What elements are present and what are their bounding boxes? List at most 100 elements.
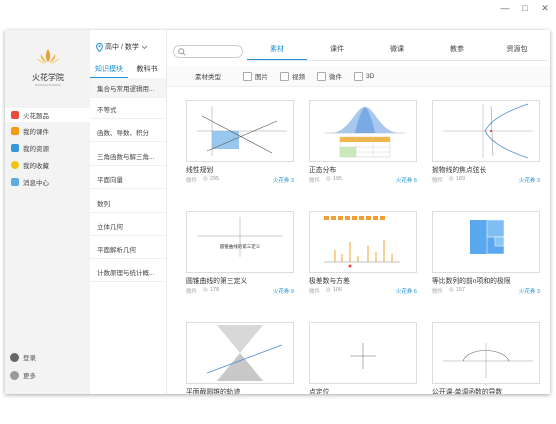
brand-logo: 火花学院 HUOHUA SCHOOL [23,48,73,87]
card-thumbnail [186,322,294,384]
search-icon [178,47,186,56]
point-location-diagram [350,343,376,369]
filter-video-checkbox[interactable]: 视频 [280,71,305,81]
module-tabs: 知识模块 教科书 [90,64,166,78]
brand-name: 火花学院 [32,73,64,82]
material-card[interactable]: 正态分布 微件 ◎ 195 火花券 6 [309,100,417,190]
card-meta: 微件 ◎ 106 火花券 6 [309,287,417,295]
grade-selector[interactable]: 高中 / 数学 [96,42,148,52]
card-meta: 微件 ◎ 295 火花券 3 [186,176,294,184]
location-pin-icon [96,42,103,52]
filter-option-label: 3D [366,72,375,80]
card-coupon: 火花券 6 [395,289,417,295]
tab-microlesson[interactable]: 微课 [367,40,427,60]
eye-icon: ◎ [326,176,331,182]
category-item[interactable]: 数列 [90,193,166,213]
cone-section-diagram [206,325,283,381]
material-card[interactable]: 平面截圆锥的轨迹 [186,322,294,394]
login-button[interactable]: 登录 [5,350,90,364]
category-item[interactable]: 平面向量 [90,169,166,189]
material-card[interactable]: 点定位 [309,322,417,394]
card-title: 等比数列的前n项和的极限 [432,278,511,285]
material-card[interactable]: 抛物线的焦点弦长 微件 ◎ 189 火花券 3 [432,100,540,190]
linear-programming-diagram [197,106,287,156]
material-card[interactable]: 线性规划 微件 ◎ 295 火花券 3 [186,100,294,190]
left-sidebar: 火花学院 HUOHUA SCHOOL 火花题品 我的课件 我的资源 我的收藏 消… [5,30,91,394]
card-coupon: 火花券 3 [518,178,540,184]
eye-icon: ◎ [449,287,454,293]
eye-icon: ◎ [449,176,454,182]
material-card[interactable]: 等比数列的前n项和的极限 微件 ◎ 157 火花券 3 [432,211,540,301]
tab-knowledge-module[interactable]: 知识模块 [90,64,128,78]
category-item[interactable]: 平面解析几何 [90,239,166,259]
brand-subtitle: HUOHUA SCHOOL [34,83,62,87]
sidebar-item-label: 我的资源 [23,146,49,153]
sidebar-item-messages[interactable]: 消息中心 [5,175,90,189]
eye-icon: ◎ [203,176,208,182]
main-content: 素材 课件 微课 教参 资源包 素材类型 图片 视频 微件 3D 线性规划 微件… [167,30,550,394]
card-thumbnail: 圆锥曲线的第三定义 [186,211,294,273]
category-item[interactable]: 立体几何 [90,216,166,236]
tab-teaching-reference[interactable]: 教参 [427,40,487,60]
message-icon [11,178,19,186]
card-title: 极差数与方差 [309,278,350,285]
card-type-tag: 微件 [186,178,198,184]
eye-icon: ◎ [326,287,331,293]
card-meta: 微件 ◎ 157 火花券 3 [432,287,540,295]
sidebar-item-label: 火花题品 [23,113,49,120]
card-views: 157 [455,287,466,293]
user-icon [10,352,19,362]
filter-3d-checkbox[interactable]: 3D [354,71,375,81]
card-thumbnail [432,100,540,162]
card-views: 178 [209,287,220,293]
category-item[interactable]: 不等式 [90,99,166,119]
category-item[interactable]: 函数、导数、积分 [90,122,166,142]
filter-image-checkbox[interactable]: 图片 [243,71,268,81]
star-icon [11,161,19,169]
hot-icon [11,111,19,119]
tab-material[interactable]: 素材 [247,40,307,60]
sidebar-item-favorites[interactable]: 我的收藏 [5,158,90,172]
sidebar-item-hot[interactable]: 火花题品 [5,108,90,122]
category-item[interactable]: 计数原理与统计概... [90,262,166,282]
card-meta: 微件 ◎ 195 火花券 6 [309,176,417,184]
card-views: 195 [332,176,343,182]
filter-label: 素材类型 [195,74,221,81]
conic-third-definition-diagram: 圆锥曲线的第三定义 [197,217,283,257]
filter-widget-checkbox[interactable]: 微件 [317,71,342,81]
more-button[interactable]: 更多 [5,368,90,382]
category-panel: 高中 / 数学 知识模块 教科书 集合与常用逻辑用... 不等式 函数、导数、积… [90,30,167,394]
card-thumbnail [309,100,417,162]
card-title: 线性规划 [186,167,214,174]
thumbnail-caption: 圆锥曲线的第三定义 [220,243,261,250]
minimize-button[interactable]: — [500,3,510,13]
sidebar-item-my-courseware[interactable]: 我的课件 [5,124,90,138]
card-thumbnail [309,322,417,384]
window-controls: — □ ✕ [500,3,550,14]
material-card[interactable]: 公开课-单调函数的导数 [432,322,540,394]
category-item[interactable]: 三角函数与解三角... [90,146,166,166]
tab-courseware[interactable]: 课件 [307,40,367,60]
close-button[interactable]: ✕ [540,3,550,13]
flame-logo-icon [37,49,59,64]
maximize-button[interactable]: □ [520,3,530,13]
more-label: 更多 [23,373,36,380]
filter-option-label: 图片 [255,74,268,81]
sidebar-item-my-resources[interactable]: 我的资源 [5,141,90,155]
category-item[interactable]: 集合与常用逻辑用... [90,78,166,98]
geometric-series-limit-diagram [470,219,505,255]
sidebar-item-label: 我的收藏 [23,163,49,170]
card-thumbnail [309,211,417,273]
card-coupon: 火花券 3 [272,178,294,184]
card-thumbnail [432,211,540,273]
app-window: 火花学院 HUOHUA SCHOOL 火花题品 我的课件 我的资源 我的收藏 消… [5,30,550,394]
card-type-tag: 微件 [432,289,444,295]
material-card[interactable]: 极差数与方差 微件 ◎ 106 火花券 6 [309,211,417,301]
parabola-focal-chord-diagram [443,103,533,159]
tab-textbook[interactable]: 教科书 [128,64,166,78]
tab-resource-pack[interactable]: 资源包 [487,40,547,60]
card-coupon: 火花券 6 [395,178,417,184]
resource-icon [11,144,19,152]
material-card[interactable]: 圆锥曲线的第三定义 圆锥曲线的第三定义 微件 ◎ 178 火花券 9 [186,211,294,301]
search-input[interactable] [173,45,243,58]
